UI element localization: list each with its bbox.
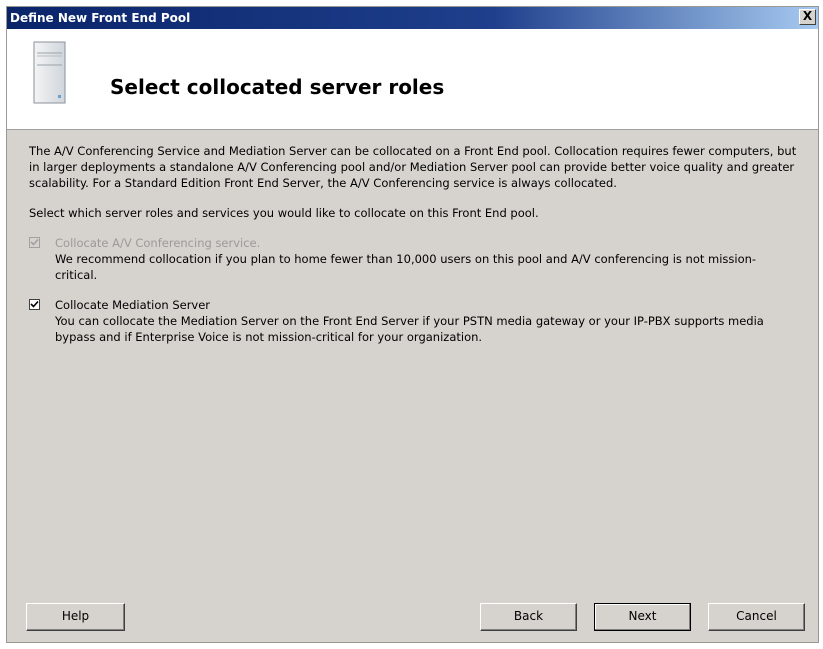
mediation-server-description: You can collocate the Mediation Server o…	[55, 314, 764, 344]
title-bar: Define New Front End Pool X	[7, 7, 818, 29]
av-conferencing-label: Collocate A/V Conferencing service.	[55, 236, 261, 250]
intro-text: The A/V Conferencing Service and Mediati…	[29, 144, 797, 190]
back-button[interactable]: Back	[480, 603, 577, 631]
option-mediation-server: Collocate Mediation Server You can collo…	[29, 297, 797, 345]
page-title: Select collocated server roles	[110, 75, 445, 99]
close-button[interactable]: X	[799, 9, 816, 25]
window-title: Define New Front End Pool	[10, 11, 191, 25]
main-content: The A/V Conferencing Service and Mediati…	[29, 143, 797, 359]
server-icon	[33, 41, 67, 105]
mediation-server-checkbox[interactable]	[29, 299, 40, 310]
av-conferencing-description: We recommend collocation if you plan to …	[55, 252, 757, 282]
select-prompt: Select which server roles and services y…	[29, 206, 539, 220]
wizard-header: Select collocated server roles	[7, 29, 818, 130]
option-av-conferencing: Collocate A/V Conferencing service. We r…	[29, 235, 797, 283]
checkmark-icon	[30, 300, 39, 308]
close-icon: X	[802, 9, 813, 23]
av-conferencing-checkbox[interactable]	[29, 237, 40, 248]
cancel-button[interactable]: Cancel	[708, 603, 805, 631]
mediation-server-label[interactable]: Collocate Mediation Server	[55, 297, 797, 313]
dialog-window: Define New Front End Pool X Select collo…	[6, 6, 819, 643]
help-button[interactable]: Help	[26, 603, 125, 631]
next-button[interactable]: Next	[594, 603, 691, 631]
checkmark-icon	[30, 238, 39, 246]
